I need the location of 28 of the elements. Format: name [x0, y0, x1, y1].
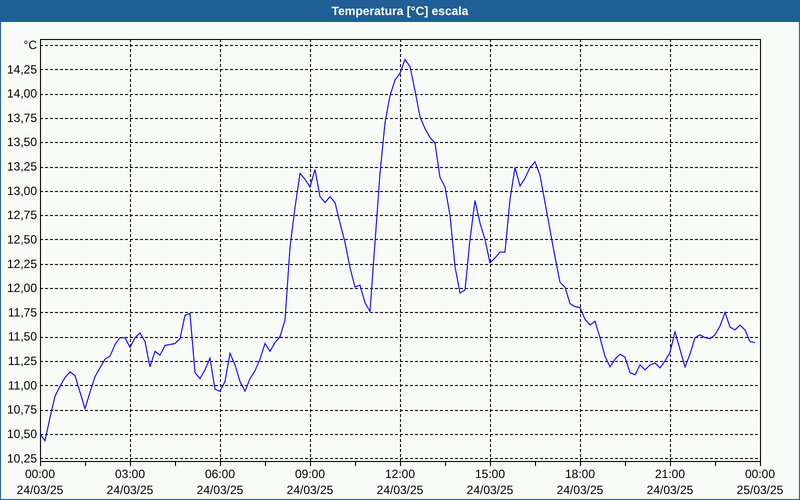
y-tick-label: 13,00	[6, 184, 37, 198]
y-tick-label: 12,25	[6, 256, 37, 271]
window-title: Temperatura [°C] escala	[1, 0, 799, 22]
y-tick-label: 13,50	[6, 135, 37, 150]
y-tick-label: 10,50	[6, 427, 37, 441]
x-tick-label: 15:00 24/03/25	[466, 467, 514, 497]
y-tick-label: 12,50	[6, 232, 37, 246]
y-tick-label: 12,00	[6, 281, 37, 296]
x-tick-label: 18:00 24/03/25	[556, 467, 604, 497]
y-tick-label: 10,25	[6, 451, 37, 466]
y-tick-label: 13,75	[6, 110, 37, 125]
y-tick-label: 11,00	[8, 378, 37, 392]
x-tick-label: 03:00 24/03/25	[106, 467, 154, 497]
x-tick-label: 21:00 24/03/25	[646, 467, 694, 497]
x-tick-label: 09:00 24/03/25	[286, 467, 334, 497]
y-tick-label: 11,75	[8, 305, 37, 320]
x-tick-label: 00:00 24/03/25	[16, 467, 64, 497]
x-tick-label: 00:00 25/03/25	[736, 467, 784, 497]
y-axis-unit: °C	[24, 38, 37, 52]
y-tick-label: 10,75	[6, 402, 37, 417]
y-tick-label: 12,75	[6, 208, 37, 222]
y-tick-label: 13,25	[6, 160, 37, 174]
y-tick-label: 11,25	[8, 354, 37, 368]
y-tick-label: 14,00	[6, 86, 37, 101]
x-tick-label: 06:00 24/03/25	[196, 467, 244, 497]
y-tick-label: 11,50	[8, 330, 37, 344]
x-tick-label: 12:00 24/03/25	[376, 467, 424, 497]
y-tick-label: 14,25	[6, 62, 37, 76]
